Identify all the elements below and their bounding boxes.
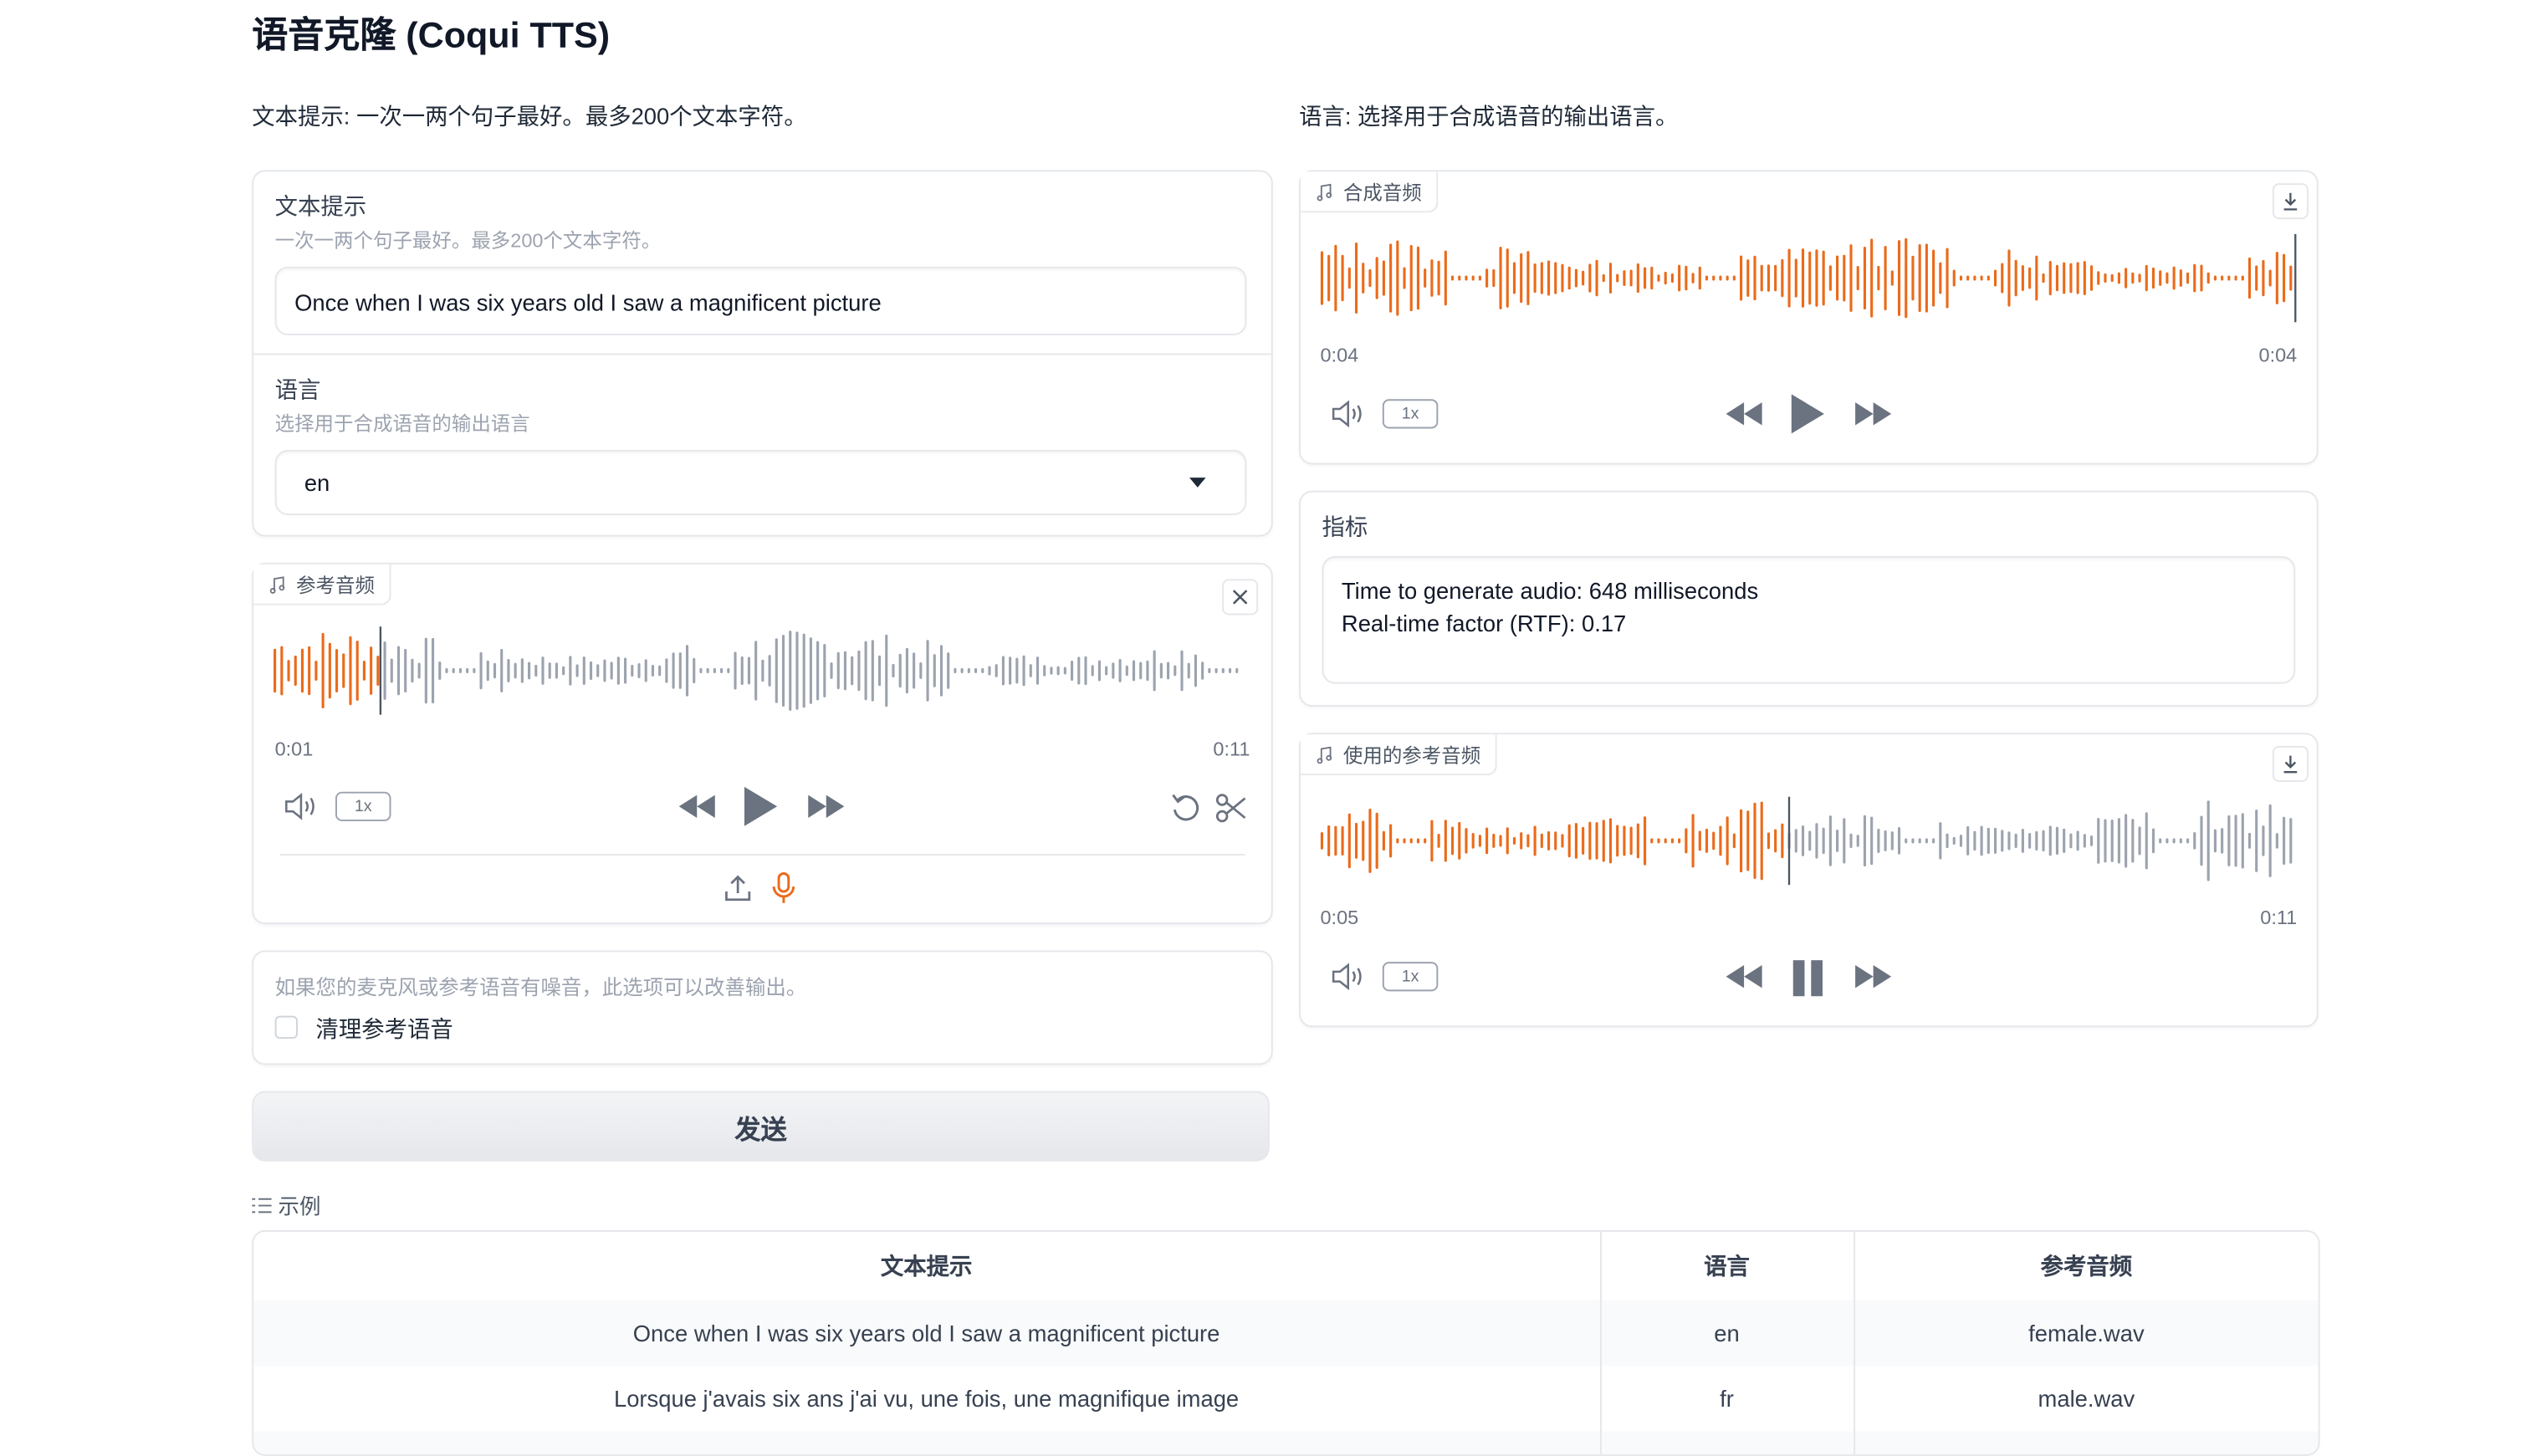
used-reference-waveform[interactable] [1320,796,2297,886]
table-cell: de [1599,1431,1855,1454]
scissors-icon[interactable] [1215,792,1248,825]
synth-duration: 0:04 [2258,343,2298,367]
play-icon[interactable] [743,785,779,828]
rewind-icon[interactable] [1725,963,1764,989]
examples-header: 示例 [252,1189,320,1220]
reference-audio-label: 参考音频 [296,573,375,596]
table-cell: female.wav [1854,1432,2319,1454]
column-header: 文本提示 [253,1231,1601,1301]
synth-audio-label: 合成音频 [1342,181,1422,204]
play-icon[interactable] [1790,392,1826,435]
fast-forward-icon[interactable] [1854,963,1893,989]
column-header: 参考音频 [2040,1253,2133,1280]
synth-audio-tag: 合成音频 [1301,171,1439,213]
divider [279,854,1245,856]
language-value: en [304,469,330,496]
clear-audio-button[interactable] [1222,579,1259,616]
examples-table: 文本提示 语言 参考音频 Once when I was six years o… [252,1229,2320,1456]
reference-audio-tag: 参考音频 [253,564,391,605]
inputs-panel: 文本提示 一次一两个句子最好。最多200个文本字符。 Once when I w… [252,170,1273,537]
table-row[interactable]: Lorsque j'avais six ans j'ai vu, une foi… [253,1366,2318,1432]
divider [253,353,1271,355]
page-title: 语音克隆 (Coqui TTS) [252,14,611,56]
used-reference-audio-panel: 使用的参考音频 0:05 0:11 1x [1299,733,2319,1028]
synth-waveform[interactable] [1320,233,2297,323]
language-select[interactable]: en [274,449,1247,516]
table-cell: Als ich sechs war, sah ich einmal ein wu… [253,1431,1601,1454]
table-cell: Lorsque j'avais six ans j'ai vu, une foi… [253,1366,1601,1432]
pause-icon[interactable] [1792,958,1824,998]
synth-current-time: 0:04 [1320,343,1359,367]
reference-current-time: 0:01 [274,738,314,761]
reference-speed-button[interactable]: 1x [335,791,391,821]
list-icon [252,1197,272,1213]
volume-icon[interactable] [283,792,319,821]
microphone-icon[interactable] [772,872,795,905]
metrics-panel: 指标 Time to generate audio: 648 milliseco… [1299,490,2319,707]
submit-button[interactable]: 发送 [252,1091,1270,1162]
cleanup-checkbox[interactable] [274,1015,298,1040]
fast-forward-icon[interactable] [1854,401,1893,427]
download-icon [2283,192,2298,211]
volume-icon[interactable] [1330,962,1366,991]
text-prompt-input[interactable]: Once when I was six years old I saw a ma… [274,266,1247,335]
table-cell: Once when I was six years old I saw a ma… [253,1300,1601,1367]
table-row[interactable]: Als ich sechs war, sah ich einmal ein wu… [253,1431,2319,1454]
rewind-icon[interactable] [1725,401,1764,427]
used-reference-current-time: 0:05 [1320,906,1359,930]
cleanup-checkbox-label[interactable]: 清理参考语音 [316,1013,453,1045]
language-info: 选择用于合成语音的输出语言 [274,411,530,436]
synth-speed-button[interactable]: 1x [1382,399,1439,429]
text-prompt-info: 一次一两个句子最好。最多200个文本字符。 [274,228,662,253]
metrics-line-1: Time to generate audio: 648 milliseconds [1341,577,1759,604]
table-cell: female.wav [2028,1320,2145,1346]
synth-audio-panel: 合成音频 0:04 0:04 1x [1299,170,2319,465]
download-button[interactable] [2272,745,2309,782]
table-header-row: 文本提示 语言 参考音频 [253,1231,2318,1301]
reference-waveform[interactable] [274,626,1249,715]
metrics-label: 指标 [1322,513,1368,540]
language-label: 语言 [274,375,321,403]
cleanup-panel: 如果您的麦克风或参考语音有噪音，此选项可以改善输出。 清理参考语音 [252,950,1273,1065]
upload-icon[interactable] [725,874,751,903]
undo-icon[interactable] [1170,792,1203,825]
left-description: 文本提示: 一次一两个句子最好。最多200个文本字符。 [252,103,807,130]
close-icon [1232,590,1248,605]
used-reference-audio-label: 使用的参考音频 [1342,743,1481,767]
chevron-down-icon [1189,478,1206,488]
rewind-icon[interactable] [678,794,717,820]
volume-icon[interactable] [1330,399,1366,428]
table-row[interactable]: Once when I was six years old I saw a ma… [253,1300,2319,1367]
music-note-icon [1317,745,1332,764]
cleanup-info: 如果您的麦克风或参考语音有噪音，此选项可以改善输出。 [274,976,807,1000]
metrics-textbox[interactable]: Time to generate audio: 648 milliseconds… [1322,556,2296,684]
used-reference-duration: 0:11 [2260,906,2298,930]
download-icon [2283,755,2298,774]
table-cell: male.wav [2038,1385,2135,1413]
used-reference-speed-button[interactable]: 1x [1382,962,1439,992]
text-prompt-label: 文本提示 [274,192,367,220]
fast-forward-icon[interactable] [806,794,846,820]
table-cell: fr [1599,1366,1855,1432]
table-cell: en [1599,1300,1855,1367]
examples-label: 示例 [278,1193,321,1219]
used-reference-audio-tag: 使用的参考音频 [1301,734,1497,776]
download-button[interactable] [2272,183,2309,220]
column-header: 语言 [1599,1231,1855,1301]
metrics-line-2: Real-time factor (RTF): 0.17 [1341,610,1627,636]
reference-audio-panel: 参考音频 0:01 0:11 1x [252,562,1273,925]
music-note-icon [1317,182,1332,201]
right-description: 语言: 选择用于合成语音的输出语言。 [1299,103,1679,130]
music-note-icon [269,575,285,593]
reference-duration: 0:11 [1213,738,1250,761]
